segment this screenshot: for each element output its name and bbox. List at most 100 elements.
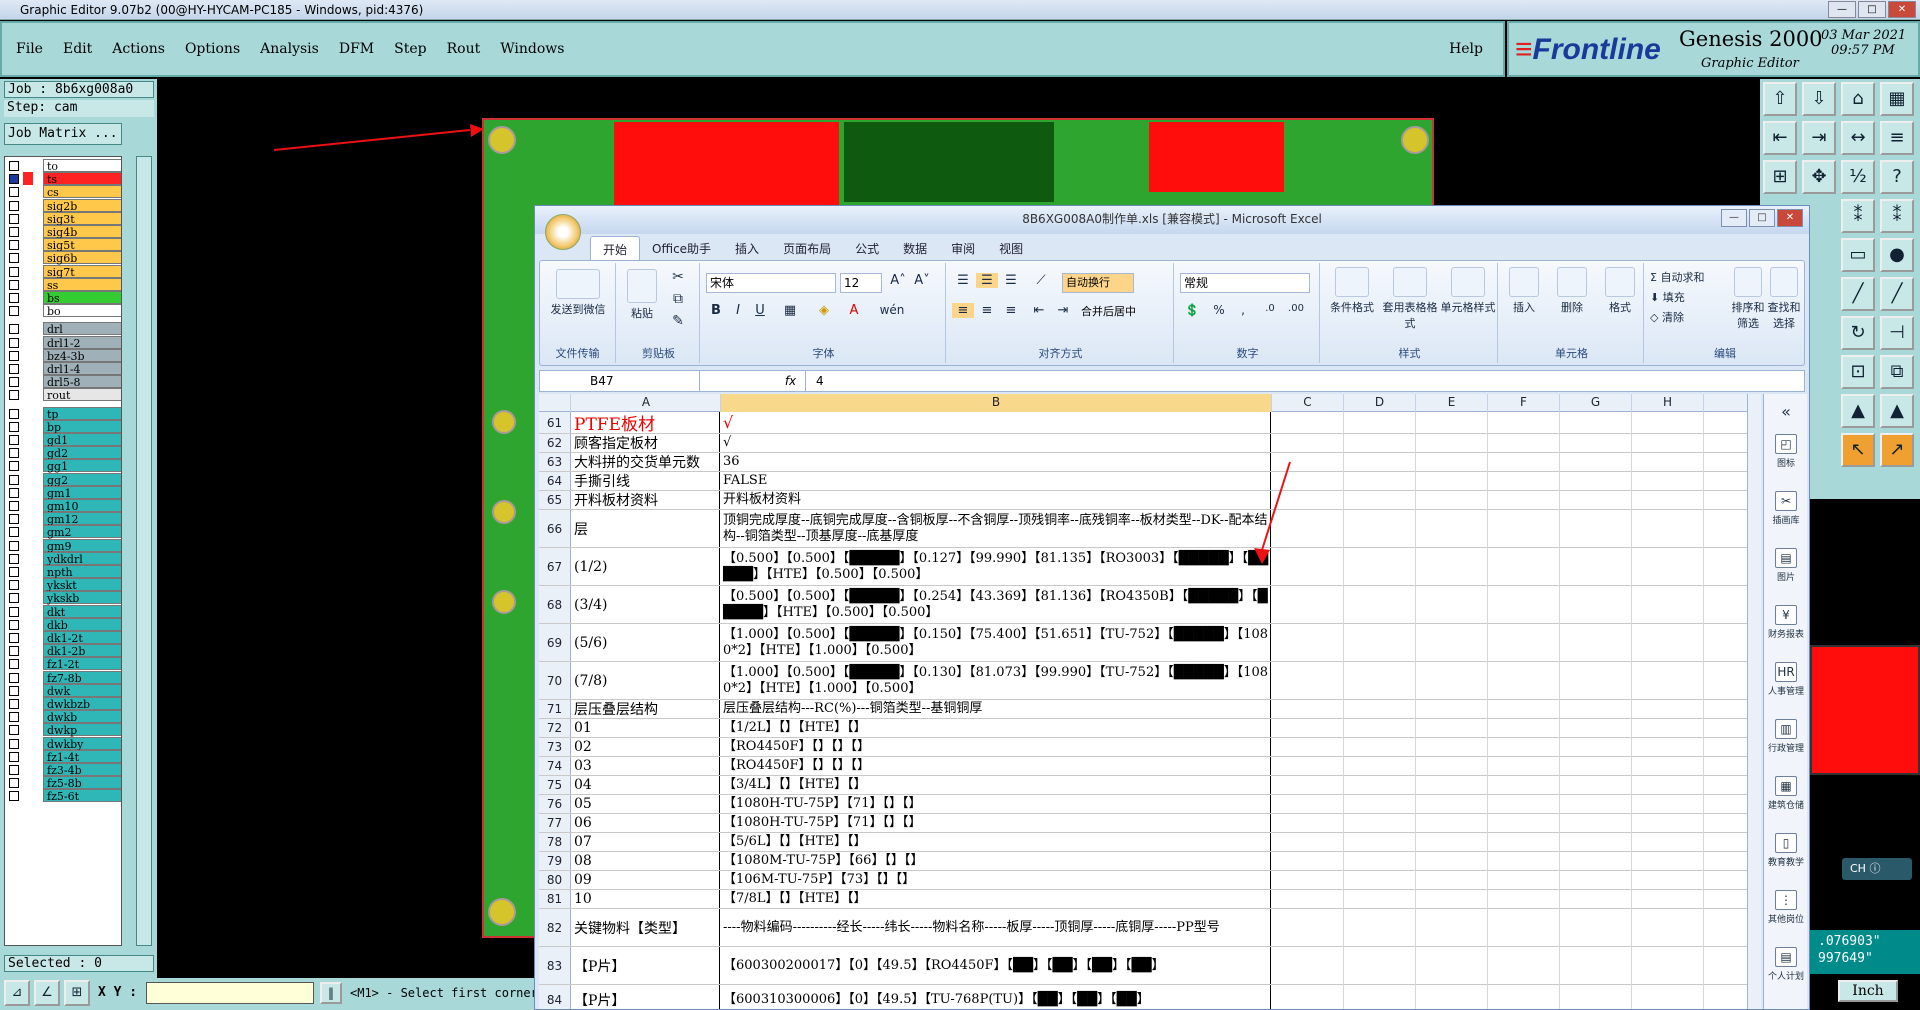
align-right-icon[interactable]: ≡ — [1000, 303, 1022, 318]
cell-b[interactable]: √ — [721, 412, 1271, 433]
row-header[interactable]: 71 — [539, 700, 571, 718]
insert-cells-button[interactable]: 插入 — [1502, 267, 1546, 315]
layer-row[interactable]: dwkb — [5, 710, 121, 724]
row-header[interactable]: 64 — [539, 472, 571, 490]
layer-checkbox[interactable] — [9, 765, 19, 775]
layer-row[interactable]: gm9 — [5, 538, 121, 553]
layer-checkbox[interactable] — [9, 240, 19, 251]
layer-row[interactable]: gg1 — [5, 459, 121, 473]
ribbon-tab[interactable]: 公式 — [843, 236, 891, 260]
cell-a[interactable]: (1/2) — [572, 548, 720, 585]
cell-b[interactable]: 【7/8L】【】【HTE】【】 — [721, 890, 1271, 908]
tool-icon[interactable]: ⇩ — [1802, 82, 1836, 116]
currency-icon[interactable]: 💲 — [1180, 303, 1204, 317]
cell-a[interactable]: 开料板材资料 — [572, 491, 720, 509]
layer-checkbox[interactable] — [9, 487, 19, 498]
phonetic-icon[interactable]: wén — [878, 303, 906, 317]
layer-checkbox[interactable] — [9, 266, 19, 277]
row-header[interactable]: 81 — [539, 890, 571, 908]
layer-row[interactable]: fz7-8b — [5, 670, 121, 685]
layer-row[interactable]: to — [5, 159, 121, 173]
cell-a[interactable]: 01 — [572, 719, 720, 737]
tool-icon[interactable]: ⇧ — [1763, 82, 1797, 116]
layer-row[interactable]: drl — [5, 322, 121, 336]
sidebar-item[interactable]: HR 人事管理 — [1764, 662, 1808, 697]
layer-checkbox[interactable] — [9, 200, 19, 211]
layer-row[interactable]: gm1 — [5, 485, 121, 500]
underline-icon[interactable]: U — [750, 303, 770, 318]
percent-icon[interactable]: % — [1208, 303, 1230, 317]
cell-a[interactable]: 层压叠层结构 — [572, 700, 720, 718]
cell-b[interactable]: FALSE — [721, 472, 1271, 490]
cell-b[interactable]: 【3/4L】【】【HTE】【】 — [721, 776, 1271, 794]
name-box[interactable]: B47 — [540, 371, 700, 391]
worksheet-grid[interactable]: ABCDEFGH 61 PTFE板材 √ 62 顾客指定板材 √ 63 大料拼的交货单元数 36… — [539, 394, 1747, 1009]
column-header[interactable]: D — [1344, 394, 1416, 412]
layer-checkbox[interactable] — [9, 553, 19, 564]
tool-icon[interactable]: ╱ — [1880, 277, 1914, 311]
layer-checkbox[interactable] — [9, 659, 19, 670]
border-icon[interactable]: ▦ — [778, 303, 802, 318]
row-header[interactable]: 82 — [539, 909, 571, 946]
layer-row[interactable]: gd1 — [5, 433, 121, 447]
layer-row[interactable]: gm12 — [5, 512, 121, 526]
layer-row[interactable]: dk1-2b — [5, 644, 121, 658]
layer-checkbox[interactable] — [9, 567, 19, 577]
cell-a[interactable]: 关键物料【类型】 — [572, 909, 720, 946]
sidebar-item[interactable]: ▤ 个人计划 — [1764, 947, 1808, 982]
cell-a[interactable]: 【P片】 — [572, 947, 720, 984]
cell-b[interactable]: 【1080M-TU-75P】【66】【】【】 — [721, 852, 1271, 870]
row-header[interactable]: 68 — [539, 586, 571, 623]
orientation-icon[interactable]: ⟋ — [1028, 273, 1054, 288]
ribbon-tab[interactable]: 数据 — [891, 236, 939, 260]
align-middle-icon[interactable]: ☰ — [976, 273, 998, 288]
layer-checkbox[interactable] — [9, 293, 19, 303]
layer-row[interactable]: dwkby — [5, 736, 121, 751]
layer-row[interactable]: fz5-6t — [5, 789, 121, 803]
cell-b[interactable]: 开料板材资料 — [721, 491, 1271, 509]
layer-checkbox[interactable] — [9, 435, 19, 445]
merge-center-button[interactable]: 合并后居中 — [1078, 303, 1162, 323]
tool-icon[interactable]: ⇤ — [1763, 121, 1797, 155]
tool-icon[interactable]: ⧉ — [1880, 355, 1914, 389]
cell-b[interactable]: 【106M-TU-75P】【73】【】【】 — [721, 871, 1271, 889]
layer-row[interactable]: gg2 — [5, 472, 121, 487]
tool-icon[interactable]: ▦ — [1880, 82, 1914, 116]
conditional-format-button[interactable]: 条件格式 — [1324, 267, 1380, 315]
cell-a[interactable]: (7/8) — [572, 662, 720, 699]
cell-a[interactable]: 05 — [572, 795, 720, 813]
zoom-icon[interactable]: ⊞ — [1763, 160, 1797, 194]
cell-b[interactable]: 【1.000】【0.500】【█████】【0.130】【81.073】【99.… — [721, 662, 1271, 699]
indent-icon[interactable]: ⇤ — [1028, 303, 1050, 318]
layer-row[interactable]: ts — [5, 172, 121, 186]
sidebar-item[interactable]: ▯ 教育教学 — [1764, 833, 1808, 868]
tool-icon[interactable]: ↖ — [1841, 433, 1875, 467]
row-header[interactable]: 80 — [539, 871, 571, 889]
layer-checkbox[interactable] — [9, 738, 19, 749]
menu-edit[interactable]: Edit — [63, 41, 92, 57]
column-header[interactable]: B — [721, 394, 1272, 412]
layer-row[interactable]: dk1-2t — [5, 631, 121, 645]
layer-row[interactable]: npth — [5, 565, 121, 579]
tool-icon[interactable]: ↗ — [1880, 433, 1914, 467]
row-header[interactable]: 66 — [539, 510, 571, 547]
row-header[interactable]: 67 — [539, 548, 571, 585]
tool-icon[interactable]: ▭ — [1841, 238, 1875, 272]
excel-minimize-button[interactable]: — — [1721, 209, 1747, 227]
layer-row[interactable]: bo — [5, 304, 121, 318]
layer-checkbox[interactable] — [9, 461, 19, 472]
column-header[interactable]: F — [1488, 394, 1560, 412]
minimize-button[interactable]: — — [1828, 1, 1856, 18]
layer-row[interactable]: ykskb — [5, 591, 121, 605]
grid-icon[interactable]: ⊞ — [64, 980, 90, 1006]
sidebar-item[interactable]: ¥ 财务报表 — [1764, 605, 1808, 640]
angle-icon[interactable]: ∠ — [34, 980, 60, 1006]
layer-row[interactable]: fz5-8b — [5, 776, 121, 790]
ribbon-tab[interactable]: 插入 — [723, 236, 771, 260]
column-header[interactable]: H — [1632, 394, 1704, 412]
copy-icon[interactable]: ⧉ — [668, 291, 688, 307]
format-painter-icon[interactable]: ✎ — [668, 313, 688, 329]
row-header[interactable]: 76 — [539, 795, 571, 813]
ribbon-tab[interactable]: 开始 — [590, 236, 641, 260]
delete-cells-button[interactable]: 删除 — [1550, 267, 1594, 315]
